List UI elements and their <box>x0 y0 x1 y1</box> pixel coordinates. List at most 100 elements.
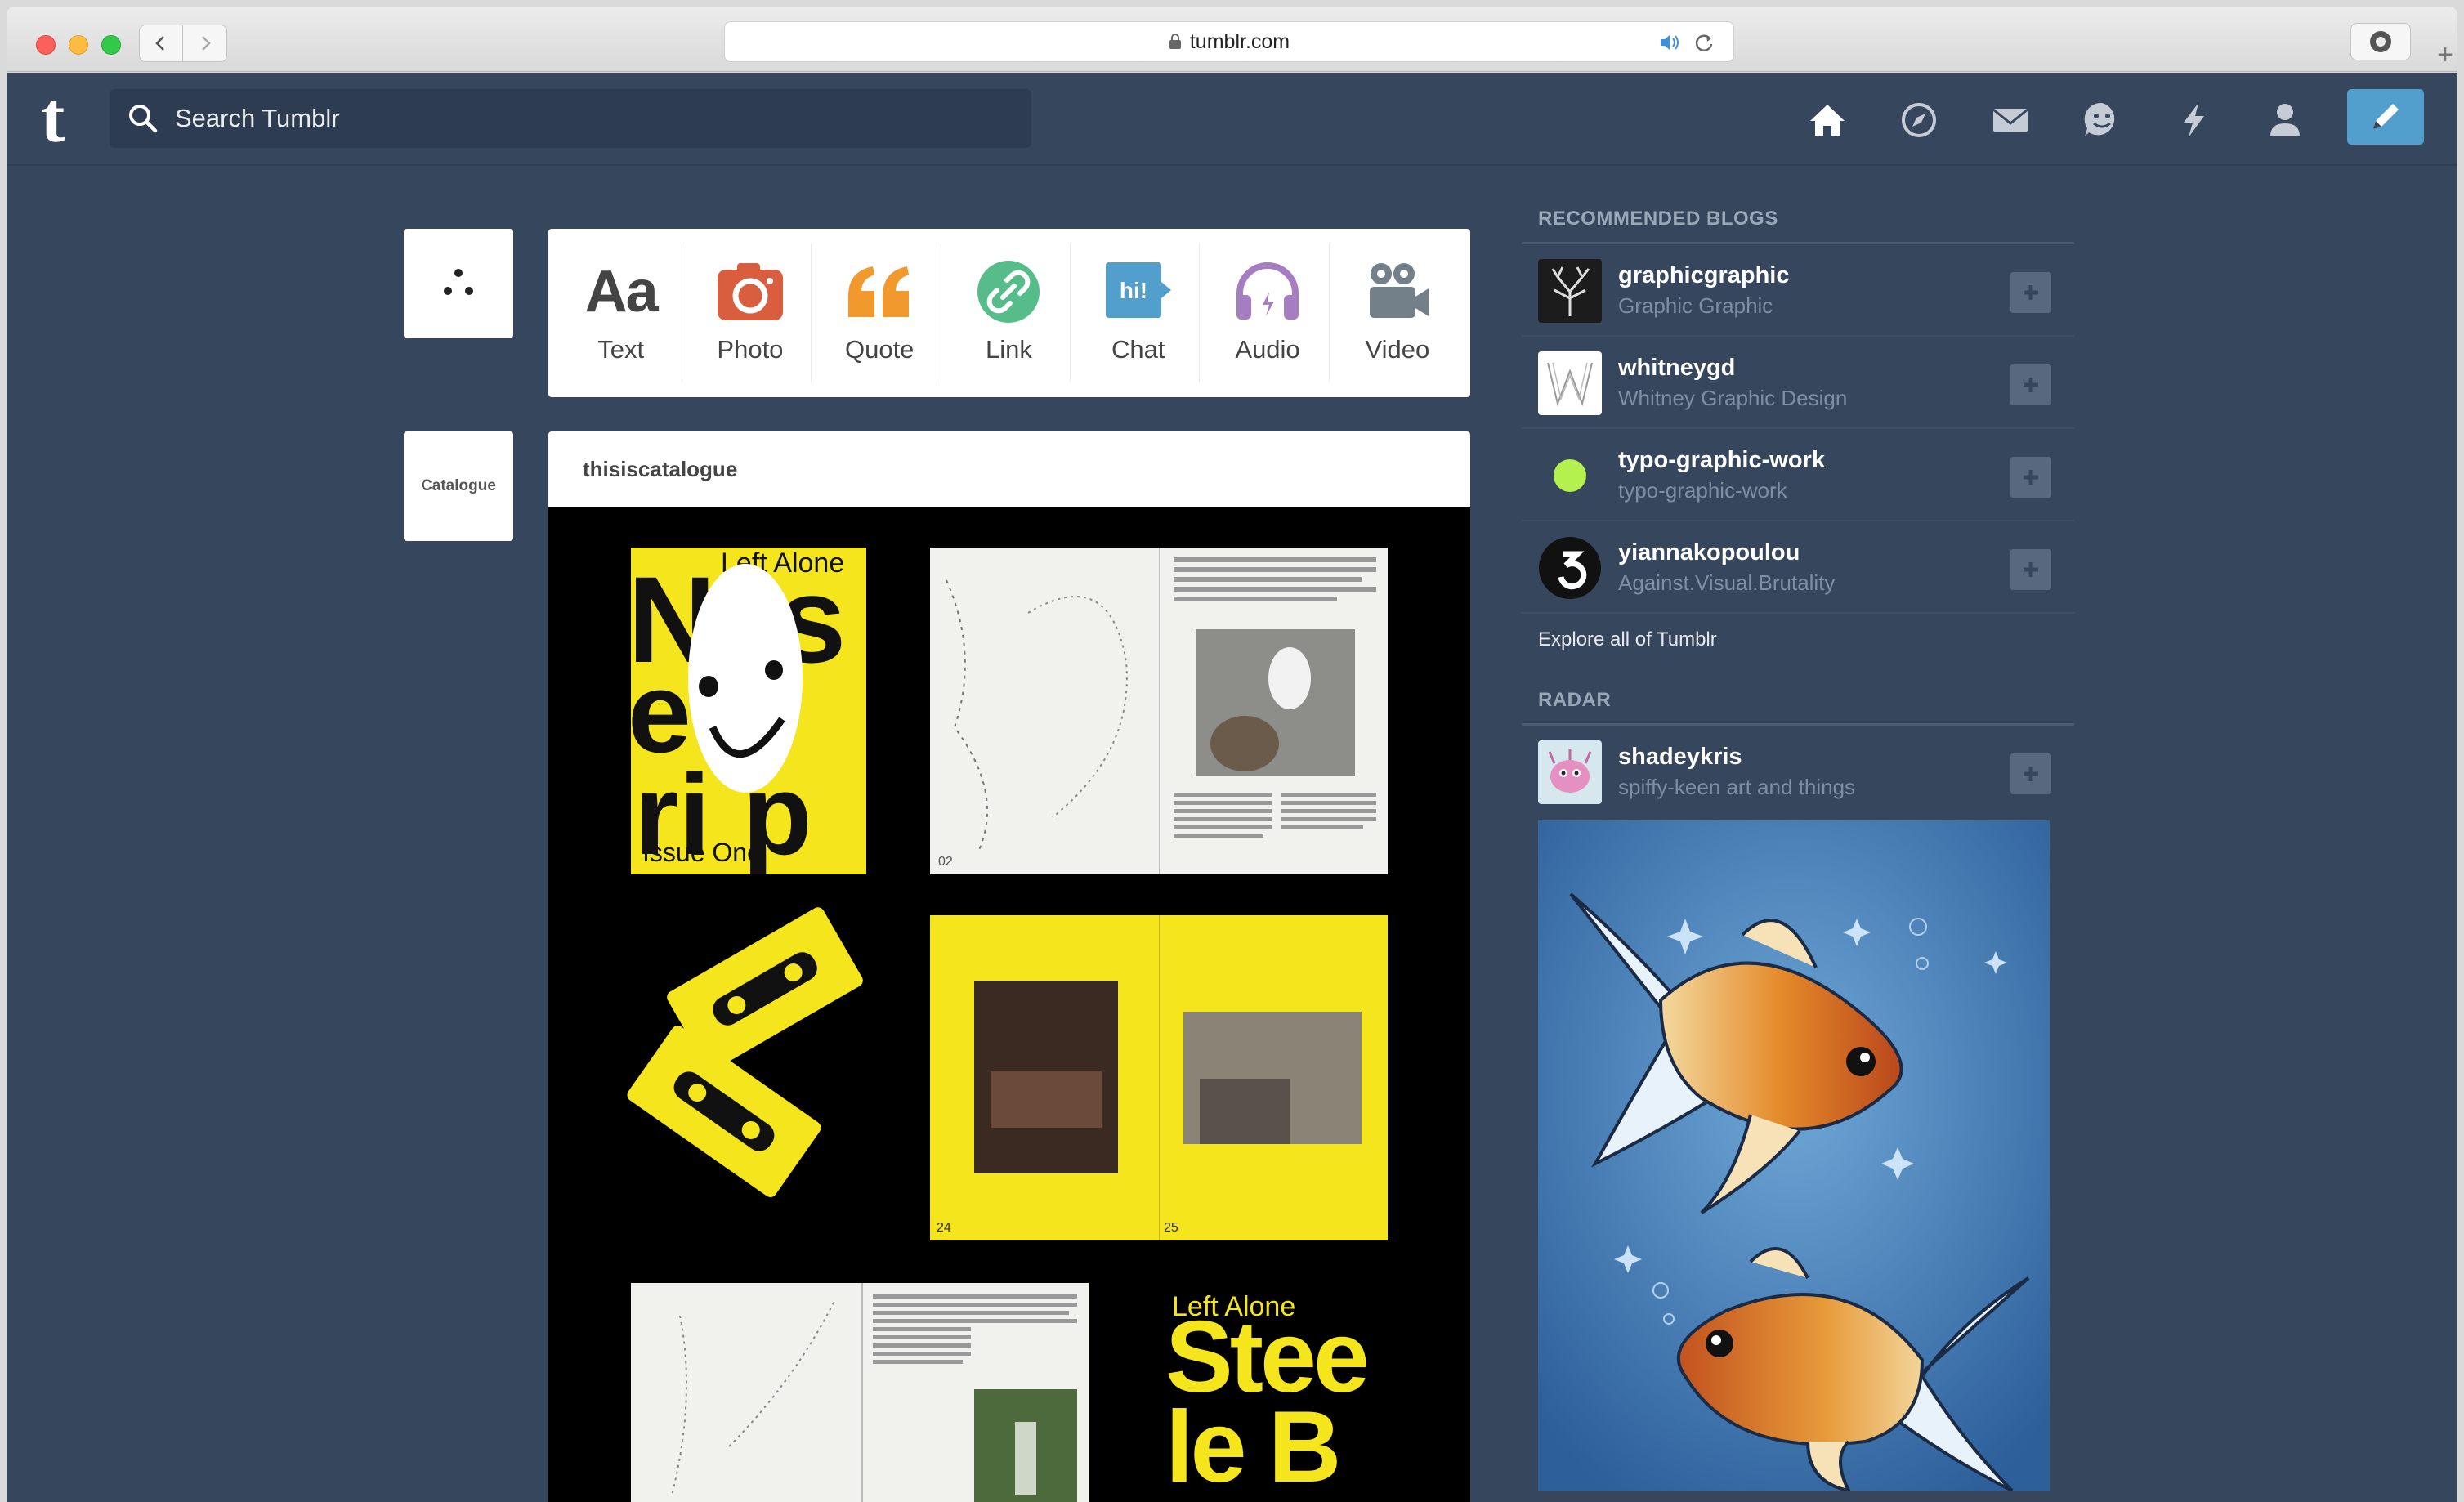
blog-title: spiffy-keen art and things <box>1618 775 1856 799</box>
home-icon <box>1810 105 1845 136</box>
post-type-label: Video <box>1365 335 1430 364</box>
close-window-button[interactable] <box>36 35 56 55</box>
inbox-envelope-icon <box>1992 108 2028 132</box>
compose-button[interactable] <box>2347 89 2424 145</box>
page-number-25: 25 <box>1164 1221 1178 1235</box>
blog-name[interactable]: yiannakopoulou <box>1618 539 1800 566</box>
post-type-label: Link <box>986 335 1032 364</box>
plus-icon <box>2024 562 2038 577</box>
pink-creature-avatar-icon <box>1548 749 1592 793</box>
blog-title: typo-graphic-work <box>1618 478 1787 503</box>
explore-button[interactable] <box>1896 97 1942 143</box>
new-post-bar: Aa Text Photo Quote Link hi! Chat Audio … <box>548 229 1470 397</box>
activity-bolt-icon <box>2184 103 2204 137</box>
tumblr-header: t <box>7 73 2457 166</box>
blog-avatar <box>1538 351 1602 415</box>
follow-button[interactable] <box>2010 364 2051 405</box>
minimize-window-button[interactable] <box>69 35 88 55</box>
magazine-spread-interview: 02 <box>930 548 1388 874</box>
page-number-24: 24 <box>937 1221 951 1235</box>
post-type-quote[interactable]: Quote <box>819 244 941 382</box>
post-type-label: Audio <box>1235 335 1300 364</box>
blog-title: Graphic Graphic <box>1618 293 1773 318</box>
follow-button[interactable] <box>2010 272 2051 313</box>
recommended-blog-item[interactable]: graphicgraphic Graphic Graphic <box>1522 244 2074 337</box>
post-type-chat[interactable]: hi! Chat <box>1077 244 1201 382</box>
video-camera-icon <box>1369 263 1429 318</box>
recommended-blog-item[interactable]: yiannakopoulou Against.Visual.Brutality <box>1522 521 2074 614</box>
blog-title: Whitney Graphic Design <box>1618 386 1848 410</box>
chat-bubble-icon: hi! <box>1105 262 1171 318</box>
account-person-icon <box>2270 104 2300 136</box>
magazine-spread-photos: 24 25 <box>930 915 1388 1240</box>
blog-avatar <box>1538 740 1602 804</box>
follow-button[interactable] <box>2010 549 2051 590</box>
account-button[interactable] <box>2262 97 2308 143</box>
post-type-label: Text <box>597 335 645 364</box>
radar-goldfish-image[interactable] <box>1538 820 2050 1491</box>
messaging-smiley-icon <box>2084 102 2115 136</box>
dashboard-post: thisiscatalogue Left Alone Nos e d ri p … <box>548 431 1470 1502</box>
tumblr-logo[interactable]: t <box>41 83 65 154</box>
home-button[interactable] <box>1804 97 1850 143</box>
magazine-cover-steele: Left Alone Stee le B <box>1165 1288 1402 1502</box>
plus-icon <box>2024 767 2038 781</box>
plus-icon <box>2024 378 2038 392</box>
back-button[interactable] <box>139 25 183 62</box>
radar-blog-item[interactable]: shadeykris spiffy-keen art and things <box>1522 726 2074 820</box>
shield-extension-icon <box>2370 31 2391 52</box>
forward-button[interactable] <box>183 25 227 62</box>
magazine-cover-issue-one: Left Alone Nos e d ri p Issue One <box>631 548 866 874</box>
blog-avatar <box>1538 536 1602 600</box>
sidebar: RECOMMENDED BLOGS graphicgraphic Graphic… <box>1522 208 2074 1491</box>
recommended-blogs-heading: RECOMMENDED BLOGS <box>1522 208 2074 244</box>
chevron-right-icon <box>201 36 211 51</box>
zoom-window-button[interactable] <box>101 35 121 55</box>
address-bar[interactable]: tumblr.com <box>724 21 1734 62</box>
speaker-audio-icon[interactable] <box>1658 32 1681 53</box>
post-type-label: Chat <box>1111 335 1165 364</box>
blog-avatar <box>1538 444 1602 507</box>
user-avatar[interactable] <box>404 229 513 338</box>
blog-name[interactable]: whitneygd <box>1618 355 1735 382</box>
goldfish-illustration <box>1538 820 2050 1491</box>
search-bar[interactable] <box>110 89 1031 148</box>
new-tab-button[interactable]: + <box>2429 36 2462 74</box>
lock-icon <box>1169 34 1181 49</box>
headphones-icon <box>1236 262 1299 320</box>
explore-all-link[interactable]: Explore all of Tumblr <box>1522 614 2074 681</box>
w-logo-icon <box>1547 362 1593 407</box>
post-type-audio[interactable]: Audio <box>1207 244 1330 382</box>
inbox-button[interactable] <box>1988 97 2033 143</box>
activity-button[interactable] <box>2171 97 2216 143</box>
radar-heading: RADAR <box>1522 689 2074 726</box>
cover2-lettering: Stee le B <box>1165 1301 1370 1502</box>
recommended-blog-item[interactable]: typo-graphic-work typo-graphic-work <box>1522 429 2074 521</box>
plus-icon <box>2024 470 2038 485</box>
post-type-text[interactable]: Aa Text <box>560 244 683 382</box>
follow-button[interactable] <box>2010 457 2051 498</box>
quote-icon <box>848 266 910 317</box>
blog-name[interactable]: typo-graphic-work <box>1618 447 1825 474</box>
blog-name[interactable]: graphicgraphic <box>1618 262 1790 289</box>
search-input[interactable] <box>175 104 910 133</box>
recommended-blog-item[interactable]: whitneygd Whitney Graphic Design <box>1522 337 2074 429</box>
post-blog-avatar[interactable]: Catalogue <box>404 431 513 541</box>
extension-button[interactable] <box>2350 23 2411 60</box>
messaging-button[interactable] <box>2079 97 2125 143</box>
reload-icon[interactable] <box>1693 32 1715 53</box>
blog-name[interactable]: shadeykris <box>1618 744 1742 771</box>
search-icon <box>129 105 158 133</box>
cover-issue-label: Issue One <box>642 838 762 867</box>
follow-button[interactable] <box>2010 753 2051 794</box>
cover-lettering-art: Left Alone Nos e d ri p <box>631 548 848 874</box>
post-type-photo[interactable]: Photo <box>689 244 812 382</box>
post-type-link[interactable]: Link <box>948 244 1071 382</box>
post-photo[interactable]: Left Alone Nos e d ri p Issue One <box>548 507 1470 1502</box>
tree-hand-logo-icon <box>1551 266 1590 316</box>
browser-toolbar: tumblr.com + <box>7 7 2457 72</box>
post-type-video[interactable]: Video <box>1336 244 1459 382</box>
plus-icon <box>2024 285 2038 300</box>
post-blog-name[interactable]: thisiscatalogue <box>548 431 1470 507</box>
swirl-logo-icon <box>1539 537 1601 599</box>
